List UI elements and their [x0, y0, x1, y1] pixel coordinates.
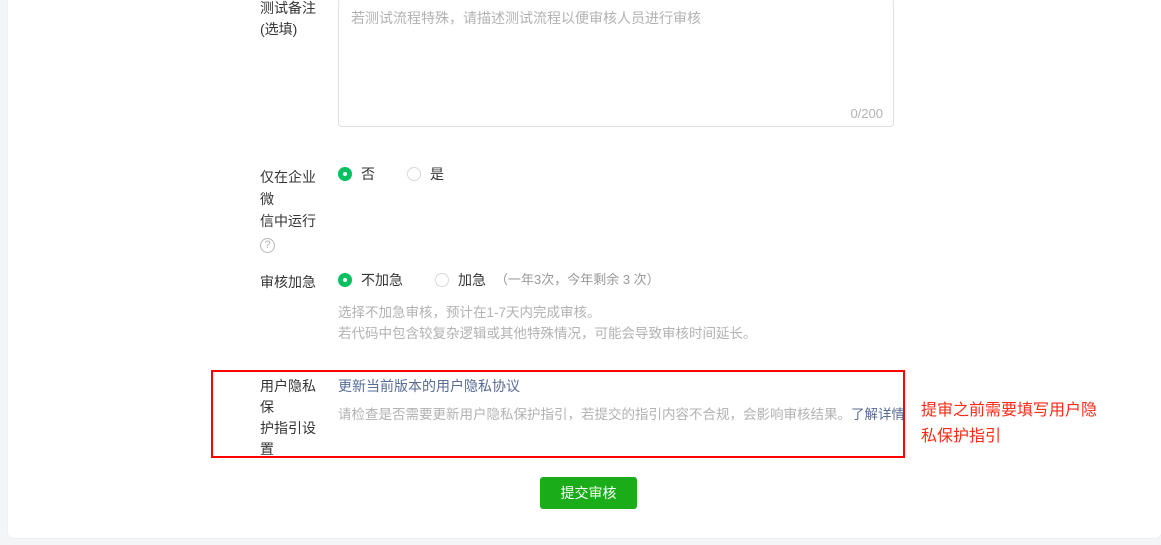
- privacy-guideline-description: 请检查是否需要更新用户隐私保护指引，若提交的指引内容不合规，会影响审核结果。了解…: [338, 404, 920, 425]
- annotation-note-line1: 提审之前需要填写用户隐: [921, 402, 1098, 419]
- learn-more-link[interactable]: 了解详情: [851, 407, 905, 422]
- privacy-guideline-label: 用户隐私保 护指引设置: [260, 376, 338, 460]
- test-remark-label-main: 测试备注: [260, 0, 316, 16]
- urgent-review-option-normal-label: 不加急: [361, 272, 403, 288]
- wecom-only-control: 否 是: [338, 166, 760, 254]
- wecom-only-option-no-label: 否: [361, 166, 375, 182]
- urgent-review-option-normal[interactable]: 不加急: [338, 272, 403, 288]
- test-remark-char-counter: 0/200: [850, 106, 883, 121]
- urgent-review-radio-group: 不加急 加急 （一年3次，今年剩余 3 次）: [338, 272, 920, 293]
- field-row-urgent-review: 审核加急 不加急 加急 （一年3次，今年剩余 3 次） 选择不加急审核，预计在1…: [260, 272, 920, 344]
- annotation-note-text: 提审之前需要填写用户隐 私保护指引: [921, 398, 1161, 450]
- test-remark-control: 0/200: [338, 0, 920, 127]
- test-remark-label-sub: (选填): [260, 21, 298, 37]
- wecom-only-label: 仅在企业微 信中运行 ?: [260, 166, 338, 254]
- urgent-review-option-urgent-label: 加急: [458, 272, 486, 288]
- update-privacy-agreement-link[interactable]: 更新当前版本的用户隐私协议: [338, 378, 520, 394]
- submit-row: 提交审核: [8, 477, 1161, 509]
- test-remark-input[interactable]: [339, 0, 893, 126]
- wecom-only-label-line2: 信中运行: [260, 213, 316, 229]
- radio-dot-icon: [435, 273, 449, 287]
- privacy-guideline-description-text: 请检查是否需要更新用户隐私保护指引，若提交的指引内容不合规，会影响审核结果。: [338, 407, 851, 422]
- wecom-only-label-line1: 仅在企业微: [260, 169, 316, 207]
- privacy-guideline-control: 更新当前版本的用户隐私协议 请检查是否需要更新用户隐私保护指引，若提交的指引内容…: [338, 376, 920, 460]
- urgent-review-quota-note: （一年3次，今年剩余 3 次）: [495, 272, 660, 287]
- help-question-icon[interactable]: ?: [260, 238, 275, 253]
- submit-review-button[interactable]: 提交审核: [540, 477, 637, 509]
- urgent-review-hint-line2: 若代码中包含较复杂逻辑或其他特殊情况，可能会导致审核时间延长。: [338, 326, 757, 341]
- field-row-privacy-guideline: 用户隐私保 护指引设置 更新当前版本的用户隐私协议 请检查是否需要更新用户隐私保…: [260, 376, 920, 460]
- test-remark-textarea-wrap: 0/200: [338, 0, 894, 127]
- wecom-only-option-yes[interactable]: 是: [407, 166, 444, 182]
- radio-dot-icon: [338, 273, 352, 287]
- privacy-guideline-label-line2: 护指引设置: [260, 420, 316, 457]
- wecom-only-option-yes-label: 是: [430, 166, 444, 182]
- form-card: 测试备注 (选填) 0/200 仅在企业微 信中运行 ? 否: [8, 0, 1161, 538]
- urgent-review-hint: 选择不加急审核，预计在1-7天内完成审核。 若代码中包含较复杂逻辑或其他特殊情况…: [338, 302, 920, 344]
- radio-dot-icon: [338, 167, 352, 181]
- field-row-wecom-only: 仅在企业微 信中运行 ? 否 是: [260, 166, 760, 254]
- urgent-review-option-urgent[interactable]: 加急 （一年3次，今年剩余 3 次）: [435, 272, 660, 288]
- field-row-test-remark: 测试备注 (选填) 0/200: [260, 0, 920, 127]
- radio-dot-icon: [407, 167, 421, 181]
- urgent-review-label: 审核加急: [260, 274, 316, 290]
- privacy-guideline-label-line1: 用户隐私保: [260, 378, 316, 415]
- wecom-only-option-no[interactable]: 否: [338, 166, 375, 182]
- annotation-note-line2: 私保护指引: [921, 428, 1002, 445]
- urgent-review-control: 不加急 加急 （一年3次，今年剩余 3 次） 选择不加急审核，预计在1-7天内完…: [338, 272, 920, 344]
- urgent-review-hint-line1: 选择不加急审核，预计在1-7天内完成审核。: [338, 305, 601, 320]
- test-remark-label: 测试备注 (选填): [260, 0, 338, 127]
- wecom-only-radio-group: 否 是: [338, 166, 760, 187]
